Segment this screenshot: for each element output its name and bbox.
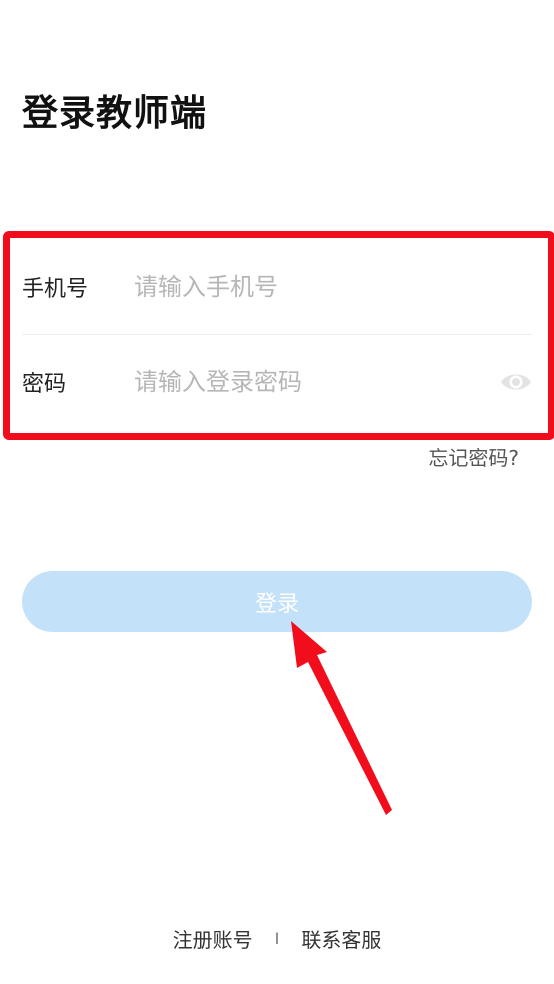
annotation-arrow (291, 621, 392, 815)
password-row: 密码 (22, 335, 532, 429)
register-link[interactable]: 注册账号 (173, 924, 253, 953)
footer-separator: I (274, 929, 280, 948)
phone-row: 手机号 (22, 240, 532, 335)
eye-icon[interactable] (500, 370, 532, 394)
login-page: 登录教师端 手机号 密码 忘记密码? 登录 注册账号 I 联系客服 (0, 0, 554, 984)
password-label: 密码 (22, 372, 67, 397)
phone-label: 手机号 (22, 277, 89, 302)
footer: 注册账号 I 联系客服 (0, 924, 554, 953)
phone-input[interactable] (134, 273, 474, 301)
page-title: 登录教师端 (22, 93, 208, 134)
login-button[interactable]: 登录 (22, 571, 532, 632)
support-link[interactable]: 联系客服 (301, 924, 381, 953)
password-input[interactable] (134, 368, 474, 396)
forgot-password-link[interactable]: 忘记密码? (428, 442, 519, 471)
login-form: 手机号 密码 (22, 240, 532, 429)
